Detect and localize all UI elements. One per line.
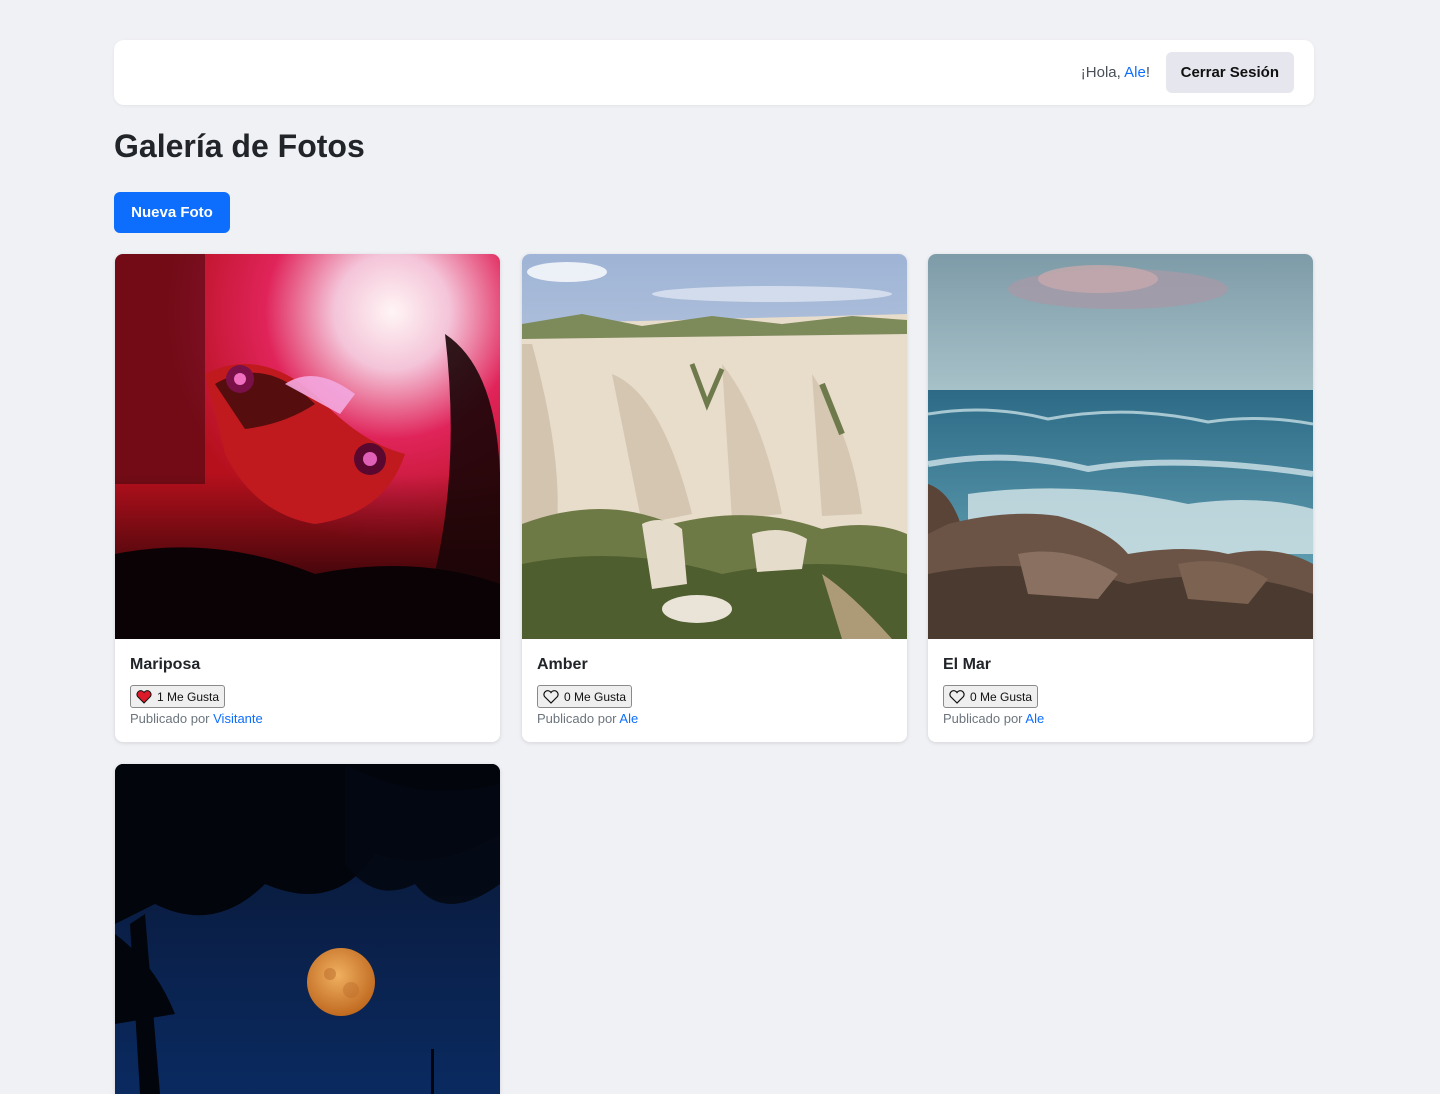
photo-card: El Mar 0 Me Gusta Publicado por Ale	[928, 254, 1313, 742]
greeting: ¡Hola, Ale!	[1081, 40, 1150, 105]
author-link[interactable]: Ale	[619, 711, 638, 726]
logout-button[interactable]: Cerrar Sesión	[1165, 52, 1294, 93]
posted-by: Publicado por Ale	[537, 711, 638, 726]
like-button[interactable]: 1 Me Gusta	[130, 685, 226, 708]
posted-by: Publicado por Ale	[943, 711, 1044, 726]
heart-filled-icon	[136, 689, 152, 704]
like-button[interactable]: 0 Me Gusta	[537, 685, 633, 708]
photo-title: El Mar	[943, 656, 992, 673]
heart-outline-icon	[949, 689, 965, 704]
new-photo-button[interactable]: Nueva Foto	[114, 192, 230, 233]
posted-by-label: Publicado por	[943, 711, 1026, 726]
like-count: 1 Me Gusta	[157, 689, 220, 704]
like-button[interactable]: 0 Me Gusta	[943, 685, 1039, 708]
photo-card	[115, 764, 500, 1094]
photo-card: Amber 0 Me Gusta Publicado por Ale	[522, 254, 907, 742]
posted-by-label: Publicado por	[537, 711, 620, 726]
badlands-photo[interactable]	[522, 254, 907, 639]
butterfly-photo[interactable]	[115, 254, 500, 639]
greeting-suffix: !	[1145, 64, 1150, 81]
posted-by-label: Publicado por	[130, 711, 214, 726]
like-count: 0 Me Gusta	[970, 689, 1033, 704]
moon-night-photo[interactable]	[115, 764, 500, 1094]
page-title: Galería de Fotos	[114, 128, 365, 164]
photo-card: Mariposa 1 Me Gusta Publicado por Visita…	[115, 254, 500, 742]
posted-by: Publicado por Visitante	[130, 711, 263, 726]
user-link[interactable]: Ale	[1124, 64, 1146, 81]
photo-title: Mariposa	[130, 656, 201, 673]
like-count: 0 Me Gusta	[564, 689, 627, 704]
heart-outline-icon	[543, 689, 559, 704]
sea-rocks-photo[interactable]	[928, 254, 1313, 639]
greeting-prefix: ¡Hola,	[1080, 64, 1125, 81]
author-link[interactable]: Ale	[1025, 711, 1044, 726]
photo-title: Amber	[537, 656, 588, 673]
top-bar: ¡Hola, Ale! Cerrar Sesión	[114, 40, 1314, 105]
author-link[interactable]: Visitante	[213, 711, 263, 726]
